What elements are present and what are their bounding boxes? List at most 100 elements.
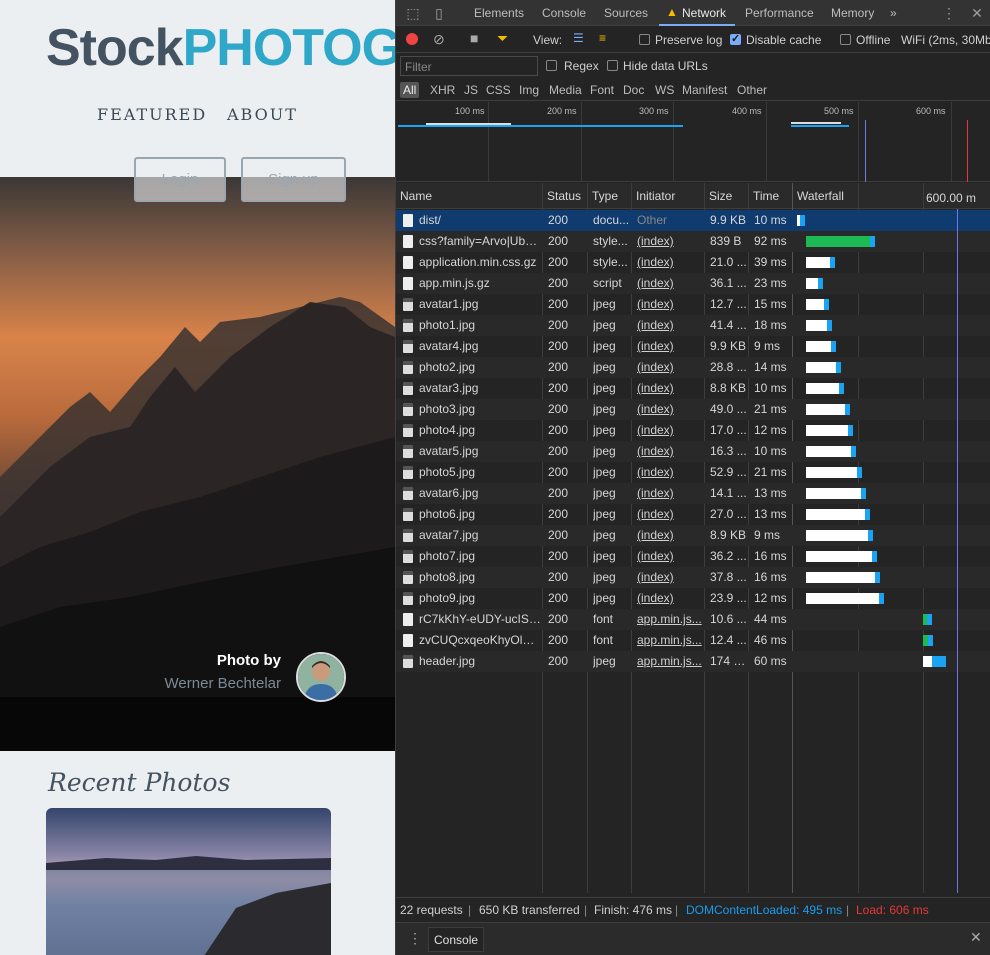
overview-icon[interactable]: ≡ bbox=[599, 31, 606, 45]
waterfall-waiting-bar[interactable] bbox=[806, 551, 872, 562]
waterfall-download-bar[interactable] bbox=[931, 656, 946, 667]
request-name[interactable]: css?family=Arvo|Ubu... bbox=[419, 234, 541, 248]
table-row[interactable]: photo8.jpg 200 jpeg (index) 37.8 ... 16 ms bbox=[396, 567, 990, 588]
table-row[interactable]: photo2.jpg 200 jpeg (index) 28.8 ... 14 ms bbox=[396, 357, 990, 378]
waterfall-waiting-bar[interactable] bbox=[806, 278, 819, 289]
request-initiator[interactable]: (index) bbox=[637, 570, 703, 584]
table-row[interactable]: photo9.jpg 200 jpeg (index) 23.9 ... 12 ms bbox=[396, 588, 990, 609]
waterfall-download-bar[interactable] bbox=[830, 257, 836, 268]
waterfall-download-bar[interactable] bbox=[835, 362, 841, 373]
preserve-log-checkbox[interactable] bbox=[639, 34, 650, 45]
device-toolbar-icon[interactable]: ▯ bbox=[430, 4, 448, 22]
throttling-select[interactable]: WiFi (2ms, 30Mb bbox=[901, 33, 990, 47]
photographer-name[interactable]: Werner Bechtelar bbox=[165, 675, 281, 692]
type-filter-media[interactable]: Media bbox=[549, 83, 582, 97]
request-name[interactable]: photo8.jpg bbox=[419, 570, 541, 584]
type-filter-xhr[interactable]: XHR bbox=[430, 83, 455, 97]
waterfall-waiting-bar[interactable] bbox=[806, 299, 824, 310]
type-filter-all[interactable]: All bbox=[400, 82, 420, 98]
request-initiator[interactable]: (index) bbox=[637, 549, 703, 563]
column-header-time[interactable]: Time bbox=[753, 189, 779, 203]
table-row[interactable]: css?family=Arvo|Ubu... 200 style... (index)… bbox=[396, 231, 990, 252]
column-header-initiator[interactable]: Initiator bbox=[636, 189, 675, 203]
type-filter-manifest[interactable]: Manifest bbox=[682, 83, 727, 97]
waterfall-download-bar[interactable] bbox=[831, 341, 836, 352]
request-name[interactable]: avatar7.jpg bbox=[419, 528, 541, 542]
column-header-type[interactable]: Type bbox=[592, 189, 618, 203]
offline-checkbox[interactable] bbox=[840, 34, 851, 45]
request-initiator[interactable]: (index) bbox=[637, 339, 703, 353]
tab-console[interactable]: Console bbox=[542, 6, 586, 20]
waterfall-waiting-bar[interactable] bbox=[806, 341, 831, 352]
request-name[interactable]: photo7.jpg bbox=[419, 549, 541, 563]
request-name[interactable]: photo2.jpg bbox=[419, 360, 541, 374]
nav-featured[interactable]: FEATURED bbox=[97, 105, 207, 124]
tab-elements[interactable]: Elements bbox=[474, 6, 524, 20]
recent-photo-thumbnail[interactable] bbox=[46, 808, 331, 955]
waterfall-waiting-bar[interactable] bbox=[806, 383, 839, 394]
type-filter-other[interactable]: Other bbox=[737, 83, 767, 97]
table-row[interactable]: avatar4.jpg 200 jpeg (index) 9.9 KB 9 ms bbox=[396, 336, 990, 357]
waterfall-download-bar[interactable] bbox=[864, 509, 870, 520]
type-filter-js[interactable]: JS bbox=[464, 83, 478, 97]
request-initiator[interactable]: (index) bbox=[637, 255, 703, 269]
request-initiator[interactable]: (index) bbox=[637, 234, 703, 248]
disable-cache-checkbox[interactable] bbox=[730, 32, 741, 45]
filter-input[interactable]: Filter bbox=[400, 56, 538, 76]
waterfall-download-bar[interactable] bbox=[827, 320, 833, 331]
request-name[interactable]: zvCUQcxqeoKhyOlbi... bbox=[419, 633, 541, 647]
waterfall-download-bar[interactable] bbox=[870, 236, 875, 247]
nav-about[interactable]: ABOUT bbox=[227, 105, 298, 124]
table-row[interactable]: header.jpg 200 jpeg app.min.js... 174 K... 60… bbox=[396, 651, 990, 672]
table-row[interactable]: photo7.jpg 200 jpeg (index) 36.2 ... 16 ms bbox=[396, 546, 990, 567]
waterfall-download-bar[interactable] bbox=[838, 383, 844, 394]
request-initiator[interactable]: (index) bbox=[637, 528, 703, 542]
waterfall-waiting-bar[interactable] bbox=[923, 656, 932, 667]
request-initiator[interactable]: app.min.js... bbox=[637, 633, 703, 647]
request-initiator[interactable]: (index) bbox=[637, 465, 703, 479]
waterfall-waiting-bar[interactable] bbox=[806, 572, 876, 583]
waterfall-download-bar[interactable] bbox=[851, 446, 857, 457]
screenshot-capture-icon[interactable]: ■ bbox=[470, 30, 478, 46]
tab-performance[interactable]: Performance bbox=[745, 6, 814, 20]
inspect-element-icon[interactable]: ⬚ bbox=[404, 4, 422, 22]
table-row[interactable]: avatar1.jpg 200 jpeg (index) 12.7 ... 15 ms bbox=[396, 294, 990, 315]
type-filter-ws[interactable]: WS bbox=[655, 83, 674, 97]
photographer-avatar[interactable] bbox=[296, 652, 346, 702]
column-header-status[interactable]: Status bbox=[547, 189, 581, 203]
request-name[interactable]: avatar1.jpg bbox=[419, 297, 541, 311]
type-filter-doc[interactable]: Doc bbox=[623, 83, 644, 97]
request-initiator[interactable]: (index) bbox=[637, 423, 703, 437]
request-name[interactable]: application.min.css.gz bbox=[419, 255, 541, 269]
close-drawer-icon[interactable]: ✕ bbox=[970, 929, 982, 946]
column-header-waterfall[interactable]: Waterfall bbox=[797, 189, 844, 203]
tab-sources[interactable]: Sources bbox=[604, 6, 648, 20]
waterfall-download-bar[interactable] bbox=[823, 299, 829, 310]
signup-button[interactable]: Sign up bbox=[241, 157, 346, 202]
request-name[interactable]: photo5.jpg bbox=[419, 465, 541, 479]
table-row[interactable]: avatar7.jpg 200 jpeg (index) 8.9 KB 9 ms bbox=[396, 525, 990, 546]
more-tabs-icon[interactable]: » bbox=[890, 6, 897, 20]
table-row[interactable]: application.min.css.gz 200 style... (index)… bbox=[396, 252, 990, 273]
request-initiator[interactable]: (index) bbox=[637, 444, 703, 458]
waterfall-waiting-bar[interactable] bbox=[806, 593, 879, 604]
drawer-menu-icon[interactable]: ⋮ bbox=[408, 930, 422, 947]
type-filter-font[interactable]: Font bbox=[590, 83, 614, 97]
network-overview[interactable]: 100 ms 200 ms 300 ms 400 ms 500 ms 600 m… bbox=[396, 102, 990, 182]
table-row[interactable]: photo5.jpg 200 jpeg (index) 52.9 ... 21 ms bbox=[396, 462, 990, 483]
column-header-name[interactable]: Name bbox=[400, 189, 432, 203]
waterfall-waiting-bar[interactable] bbox=[806, 446, 852, 457]
request-initiator[interactable]: (index) bbox=[637, 402, 703, 416]
request-name[interactable]: photo3.jpg bbox=[419, 402, 541, 416]
waterfall-download-bar[interactable] bbox=[845, 404, 851, 415]
waterfall-download-bar[interactable] bbox=[875, 572, 881, 583]
waterfall-download-bar[interactable] bbox=[857, 467, 863, 478]
waterfall-download-bar[interactable] bbox=[879, 593, 884, 604]
waterfall-download-bar[interactable] bbox=[848, 425, 854, 436]
table-row[interactable]: avatar5.jpg 200 jpeg (index) 16.3 ... 10 ms bbox=[396, 441, 990, 462]
kebab-menu-icon[interactable]: ⋮ bbox=[940, 4, 958, 22]
waterfall-waiting-bar[interactable] bbox=[806, 236, 870, 247]
drawer-tab-console[interactable]: Console bbox=[428, 927, 485, 952]
request-initiator[interactable]: (index) bbox=[637, 507, 703, 521]
waterfall-download-bar[interactable] bbox=[818, 278, 824, 289]
